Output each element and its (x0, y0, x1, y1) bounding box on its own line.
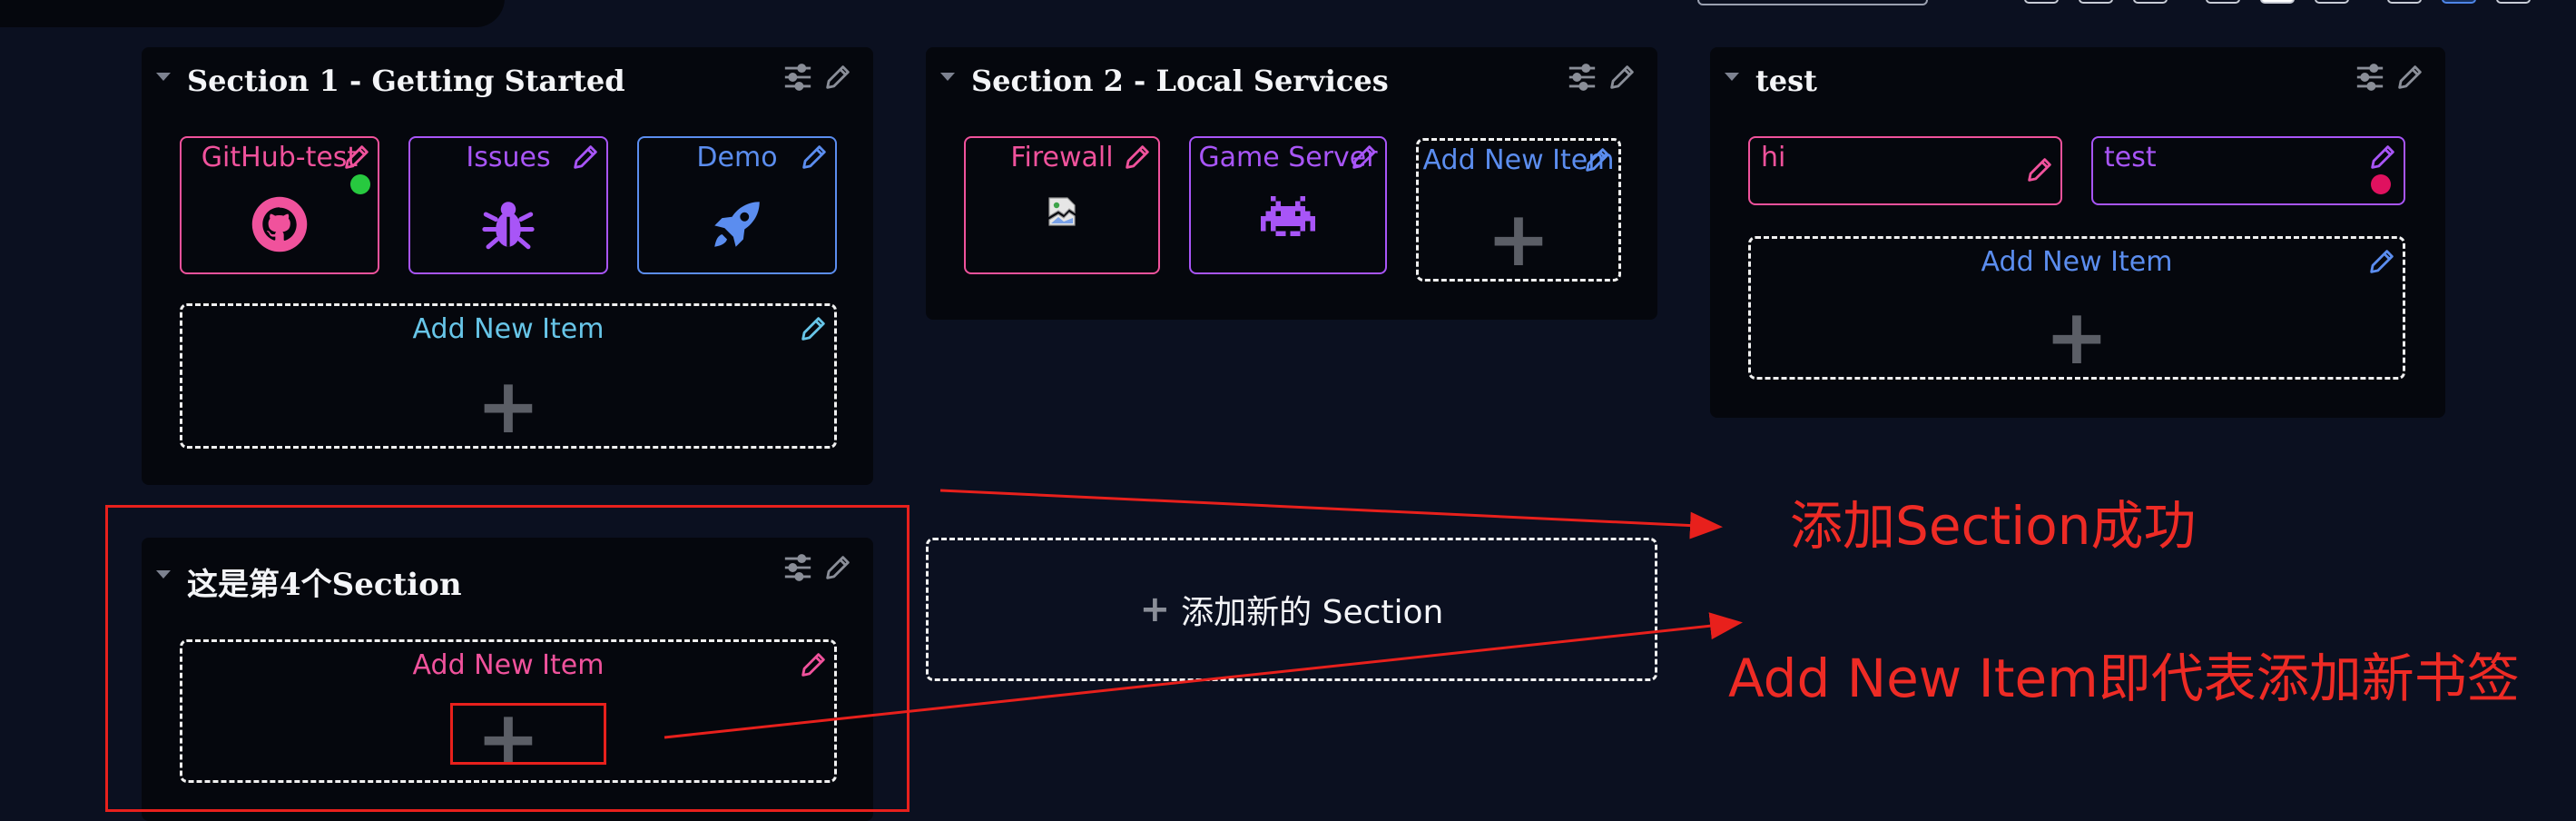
annotation-add-item-meaning: Add New Item即代表添加新书签 (1728, 648, 2520, 709)
arrow-to-add-item-meaning (664, 612, 1743, 739)
annotation-section-added: 添加Section成功 (1790, 495, 2197, 557)
arrow-to-section-added (939, 489, 1723, 539)
